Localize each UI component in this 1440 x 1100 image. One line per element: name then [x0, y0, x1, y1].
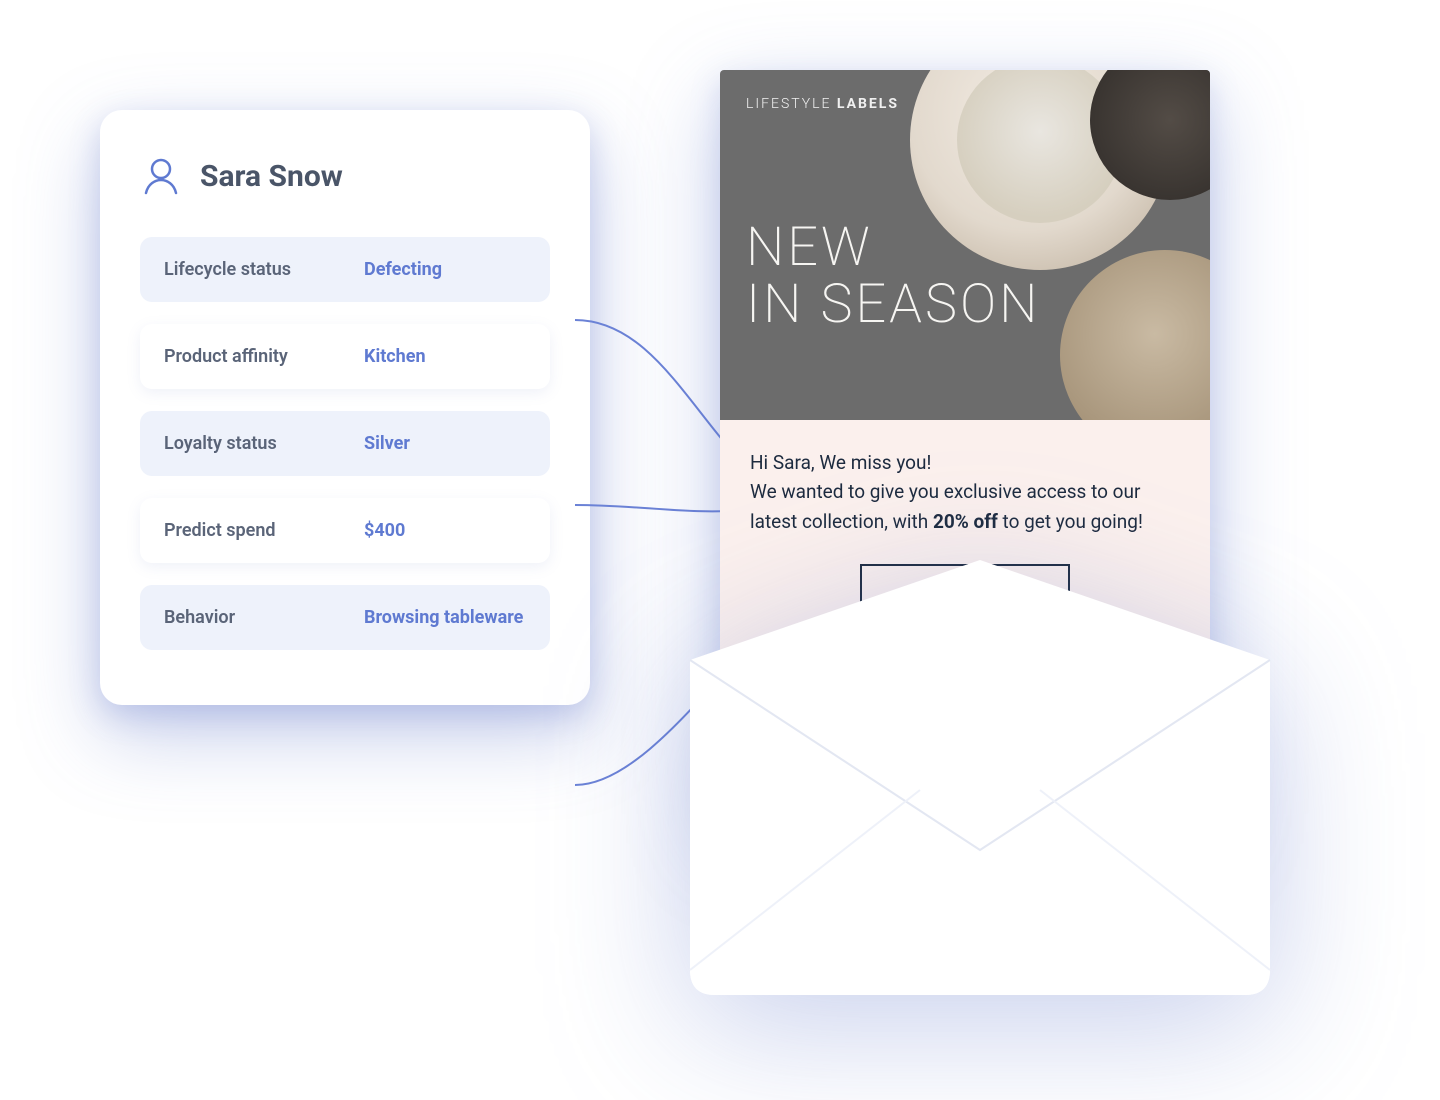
attr-row-spend: Predict spend $400	[140, 498, 550, 563]
email-hero: LIFESTYLE LABELS NEW IN SEASON	[720, 70, 1210, 420]
promo-code: SARA20OFF	[860, 564, 1070, 620]
product-thumbnail	[896, 664, 1034, 784]
attr-row-loyalty: Loyalty status Silver	[140, 411, 550, 476]
attr-row-behavior: Behavior Browsing tableware	[140, 585, 550, 650]
hero-title: NEW IN SEASON	[746, 220, 1040, 333]
attr-label: Predict spend	[164, 520, 364, 541]
person-icon	[140, 155, 182, 197]
product-thumbnail	[742, 664, 880, 784]
attr-value: Defecting	[364, 259, 442, 280]
brand-bold: LABELS	[837, 96, 899, 112]
email-card: LIFESTYLE LABELS NEW IN SEASON Hi Sara, …	[720, 70, 1210, 814]
email-body: Hi Sara, We miss you! We wanted to give …	[720, 420, 1210, 644]
brand-light: LIFESTYLE	[746, 96, 837, 112]
attr-value: Kitchen	[364, 346, 426, 367]
profile-name: Sara Snow	[200, 159, 343, 194]
attr-row-lifecycle: Lifecycle status Defecting	[140, 237, 550, 302]
profile-header: Sara Snow	[140, 155, 550, 197]
attr-row-affinity: Product affinity Kitchen	[140, 324, 550, 389]
brand-label: LIFESTYLE LABELS	[746, 96, 899, 112]
email-text-post: to get you going!	[998, 510, 1143, 533]
product-thumbnails	[720, 644, 1210, 814]
customer-profile-card: Sara Snow Lifecycle status Defecting Pro…	[100, 110, 590, 705]
attr-value: Browsing tableware	[364, 607, 523, 628]
attr-value: $400	[364, 520, 405, 541]
hero-bowl-image	[1060, 250, 1210, 420]
attr-label: Loyalty status	[164, 433, 364, 454]
email-text: Hi Sara, We miss you! We wanted to give …	[750, 448, 1180, 536]
product-thumbnail	[1050, 664, 1188, 784]
attr-label: Behavior	[164, 607, 364, 628]
email-preview: LIFESTYLE LABELS NEW IN SEASON Hi Sara, …	[680, 70, 1280, 1030]
email-text-bold: 20% off	[933, 510, 998, 533]
attr-label: Lifecycle status	[164, 259, 364, 280]
attr-value: Silver	[364, 433, 410, 454]
attr-label: Product affinity	[164, 346, 364, 367]
